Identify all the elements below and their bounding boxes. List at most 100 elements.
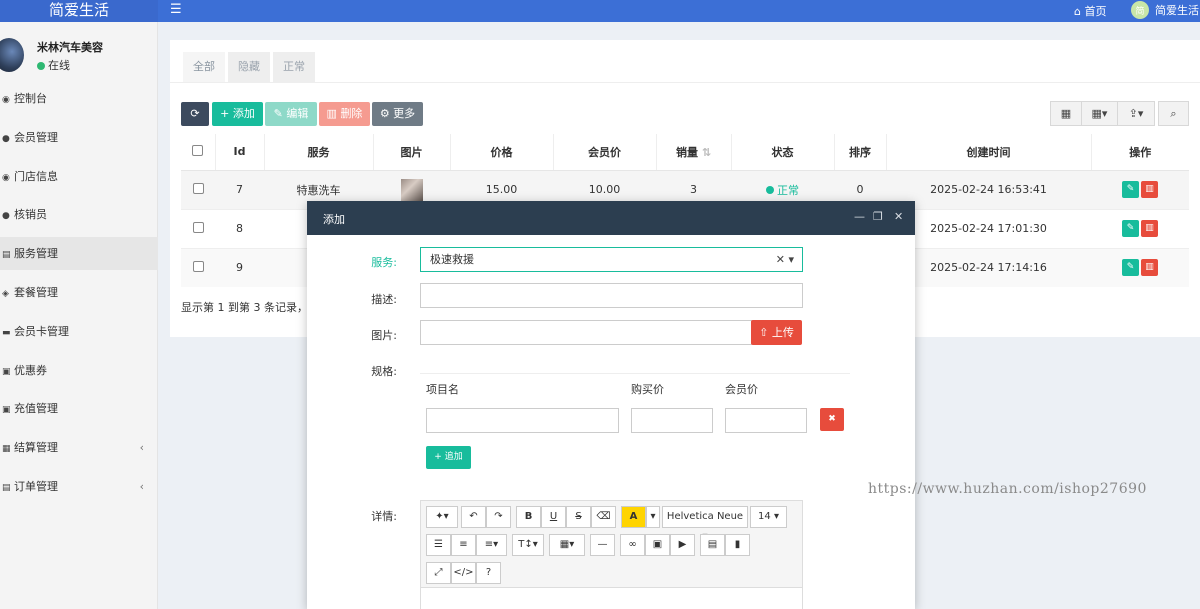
top-header: 简爱生活 ☰ ⌂ 首页 简 简爱生活 xyxy=(0,0,1200,22)
help-icon[interactable]: ? xyxy=(476,562,501,584)
search-button[interactable]: ⌕ xyxy=(1158,101,1189,126)
video-icon[interactable]: ▶ xyxy=(670,534,695,556)
delete-row-button[interactable]: ▥ xyxy=(1141,220,1158,237)
app-logo[interactable]: 简爱生活 xyxy=(0,0,158,22)
user-menu[interactable]: 简 简爱生活 xyxy=(1131,1,1199,19)
file-icon[interactable]: ▤ xyxy=(700,534,725,556)
user-check-icon: ● xyxy=(2,211,10,221)
table-icon[interactable]: ▦▾ xyxy=(549,534,585,556)
remove-spec-button[interactable]: ✖ xyxy=(820,408,844,431)
close-icon[interactable]: ✕ xyxy=(894,210,903,223)
add-button[interactable]: + 添加 xyxy=(212,102,263,126)
sort-icon: ⇅ xyxy=(701,145,712,159)
sidebar-item-recharge[interactable]: ▣ 充值管理 xyxy=(0,392,158,425)
pagination-summary: 显示第 1 到第 3 条记录，总 xyxy=(181,301,319,314)
sidebar-item-store[interactable]: ◉ 门店信息 xyxy=(0,160,158,193)
line-height-icon[interactable]: T↕▾ xyxy=(512,534,544,556)
gear-icon: ⚙ xyxy=(379,107,394,120)
menu-toggle-icon[interactable]: ☰ xyxy=(170,2,182,17)
code-view-icon[interactable]: </> xyxy=(451,562,476,584)
desc-label: 描述: xyxy=(371,293,397,306)
tab-hidden[interactable]: 隐藏 xyxy=(228,52,270,82)
font-family-select[interactable]: Helvetica Neue ▾ xyxy=(662,506,748,542)
spec-member-price-input[interactable] xyxy=(725,408,807,433)
fullscreen-icon[interactable]: ⤢ xyxy=(426,562,451,584)
append-spec-button[interactable]: + 追加 xyxy=(426,446,471,469)
maximize-icon[interactable]: ❐ xyxy=(873,210,883,223)
service-thumbnail[interactable] xyxy=(400,178,423,201)
table-icon: ▦ xyxy=(1060,107,1072,120)
sidebar-item-settlement[interactable]: ▦ 结算管理 ‹ xyxy=(0,431,158,464)
select-all-checkbox[interactable] xyxy=(181,134,216,171)
chevron-left-icon: ‹ xyxy=(139,480,144,493)
spec-price-input[interactable] xyxy=(631,408,713,433)
upload-button[interactable]: ⇧ 上传 xyxy=(751,320,802,345)
clear-dropdown-icon[interactable]: ✕ ▾ xyxy=(776,248,794,271)
edit-row-button[interactable]: ✎ xyxy=(1122,181,1139,198)
more-button[interactable]: ⚙ 更多 xyxy=(372,102,423,126)
sidebar-item-orders[interactable]: ▤ 订单管理 ‹ xyxy=(0,470,158,503)
user-icon: ● xyxy=(2,134,10,144)
align-icon[interactable]: ≡▾ xyxy=(476,534,507,556)
tabs-divider xyxy=(170,82,1200,83)
sidebar-item-coupons[interactable]: ▣ 优惠券 xyxy=(0,354,158,387)
eraser-icon[interactable]: ⌫ xyxy=(591,506,616,528)
sidebar-item-packages[interactable]: ◈ 套餐管理 xyxy=(0,276,158,309)
edit-button[interactable]: ✎ 编辑 xyxy=(265,102,317,126)
column-header-sortable[interactable]: 销量 ⇅ xyxy=(656,134,732,171)
text-color-icon[interactable]: A xyxy=(621,506,646,528)
edit-row-button[interactable]: ✎ xyxy=(1122,259,1139,277)
row-checkbox[interactable] xyxy=(181,208,215,248)
sidebar-item-verifier[interactable]: ● 核销员 xyxy=(0,198,158,231)
columns-button[interactable]: ▦▾ xyxy=(1081,101,1118,126)
image-icon[interactable]: ▣ xyxy=(645,534,670,556)
edit-row-button[interactable]: ✎ xyxy=(1122,220,1139,237)
dialog-header[interactable]: 添加 — ❐ ✕ xyxy=(307,201,915,235)
grid-icon: ▦▾ xyxy=(1091,107,1108,120)
font-size-select[interactable]: 14 ▾ xyxy=(750,506,787,528)
sidebar-item-services[interactable]: ▤ 服务管理 xyxy=(0,237,158,270)
refresh-button[interactable]: ⟳ xyxy=(181,102,209,126)
editor-content[interactable] xyxy=(421,587,802,609)
horizontal-rule-icon[interactable]: — xyxy=(590,534,615,556)
column-header: 价格 xyxy=(450,134,554,171)
column-header: 状态 xyxy=(731,134,835,171)
image-input[interactable] xyxy=(420,320,752,345)
table-view-button[interactable]: ▦ xyxy=(1050,101,1082,126)
delete-row-button[interactable]: ▥ xyxy=(1141,181,1158,198)
sidebar-item-cards[interactable]: ▬ 会员卡管理 xyxy=(0,315,158,348)
column-header[interactable]: Id xyxy=(215,134,265,171)
detail-label: 详情: xyxy=(371,510,397,523)
undo-icon[interactable]: ↶ xyxy=(461,506,486,528)
spec-divider xyxy=(420,373,850,374)
underline-icon[interactable]: U xyxy=(541,506,566,528)
cell-created: 2025-02-24 17:01:30 xyxy=(886,208,1091,248)
delete-row-button[interactable]: ▥ xyxy=(1141,259,1158,277)
document-icon[interactable]: ▮ xyxy=(725,534,750,556)
bold-icon[interactable]: B xyxy=(516,506,541,528)
link-icon[interactable]: ∞ xyxy=(620,534,645,556)
tab-normal[interactable]: 正常 xyxy=(273,52,315,82)
strikethrough-icon[interactable]: S xyxy=(566,506,591,528)
row-checkbox[interactable] xyxy=(181,169,215,209)
chevron-down-icon[interactable]: ▾ xyxy=(646,506,660,528)
row-checkbox[interactable] xyxy=(181,247,215,287)
trash-icon: ▥ xyxy=(326,107,341,120)
delete-button[interactable]: ▥ 删除 xyxy=(319,102,370,126)
home-link[interactable]: ⌂ 首页 xyxy=(1074,3,1106,19)
desc-input[interactable] xyxy=(420,283,803,308)
minimize-icon[interactable]: — xyxy=(854,210,865,223)
service-select[interactable]: 极速救援 ✕ ▾ xyxy=(420,247,803,272)
spec-header-member-price: 会员价 xyxy=(725,383,758,396)
numbered-list-icon[interactable]: ≡ xyxy=(451,534,476,556)
bullet-list-icon[interactable]: ☰ xyxy=(426,534,451,556)
export-button[interactable]: ⇪▾ xyxy=(1117,101,1155,126)
sidebar-item-members[interactable]: ● 会员管理 xyxy=(0,121,158,154)
spec-name-input[interactable] xyxy=(426,408,619,433)
magic-icon[interactable]: ✦▾ xyxy=(426,506,458,528)
redo-icon[interactable]: ↷ xyxy=(486,506,511,528)
sidebar-item-dashboard[interactable]: ◉ 控制台 xyxy=(0,82,158,115)
list-icon: ▤ xyxy=(2,250,11,260)
tab-all[interactable]: 全部 xyxy=(183,52,225,82)
cell-actions: ✎ ▥ xyxy=(1091,247,1189,287)
